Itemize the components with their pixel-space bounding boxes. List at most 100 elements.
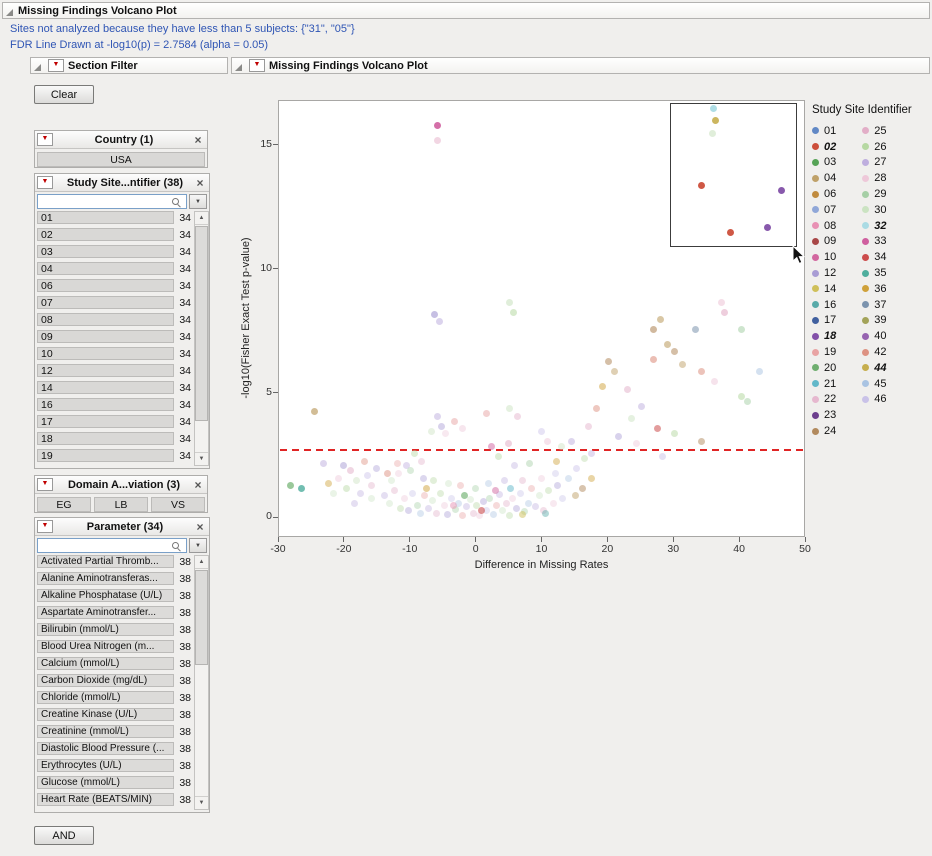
data-point-site-25[interactable]	[519, 477, 526, 484]
data-point-site-27[interactable]	[463, 503, 470, 510]
legend-item-16[interactable]: 16	[812, 297, 836, 313]
parameter-search-box[interactable]	[37, 538, 187, 553]
domain-button-vs[interactable]: VS	[151, 497, 205, 512]
data-point-site-29[interactable]	[407, 467, 414, 474]
data-point-site-36[interactable]	[325, 480, 332, 487]
site-item-row[interactable]: 1834	[37, 432, 191, 445]
data-point-site-10[interactable]	[492, 487, 499, 494]
data-point-site-28[interactable]	[544, 438, 551, 445]
legend-item-33[interactable]: 33	[862, 234, 886, 250]
data-point-site-46[interactable]	[364, 472, 371, 479]
data-point-site-30[interactable]	[506, 299, 513, 306]
data-point-site-25[interactable]	[514, 413, 521, 420]
legend-item-04[interactable]: 04	[812, 170, 836, 186]
site-item-row[interactable]: 0834	[37, 313, 191, 326]
data-point-site-29[interactable]	[414, 502, 421, 509]
data-point-site-36[interactable]	[423, 485, 430, 492]
data-point-site-12[interactable]	[340, 462, 347, 469]
data-point-site-27[interactable]	[425, 505, 432, 512]
data-point-site-27[interactable]	[501, 477, 508, 484]
data-point-site-45[interactable]	[565, 475, 572, 482]
data-point-site-46[interactable]	[559, 495, 566, 502]
parameter-item-row[interactable]: Creatinine (mmol/L)38	[37, 725, 191, 738]
data-point-site-28[interactable]	[442, 430, 449, 437]
clear-button[interactable]: Clear	[34, 85, 94, 104]
data-point-site-27[interactable]	[588, 450, 595, 457]
legend-item-30[interactable]: 30	[862, 202, 886, 218]
data-point-site-24[interactable]	[698, 438, 705, 445]
data-point-site-26[interactable]	[343, 485, 350, 492]
data-point-site-28[interactable]	[538, 475, 545, 482]
data-point-site-25[interactable]	[391, 487, 398, 494]
scroll-down-icon[interactable]: ▼	[195, 796, 208, 809]
data-point-site-26[interactable]	[671, 430, 678, 437]
parameter-scrollbar[interactable]: ▲ ▼	[194, 555, 209, 810]
data-point-site-28[interactable]	[718, 299, 725, 306]
data-point-site-30[interactable]	[388, 477, 395, 484]
legend-item-08[interactable]: 08	[812, 218, 836, 234]
data-point-site-25[interactable]	[624, 386, 631, 393]
data-point-site-24[interactable]	[579, 485, 586, 492]
legend-item-03[interactable]: 03	[812, 155, 836, 171]
data-point-site-34[interactable]	[654, 425, 661, 432]
data-point-site-16[interactable]	[542, 510, 549, 517]
parameter-item-row[interactable]: Chloride (mmol/L)38	[37, 691, 191, 704]
data-point-site-45[interactable]	[525, 500, 532, 507]
site-item-row[interactable]: 0434	[37, 262, 191, 275]
scroll-up-icon[interactable]: ▲	[195, 212, 208, 225]
data-point-site-26[interactable]	[506, 512, 513, 519]
data-point-site-26[interactable]	[430, 477, 437, 484]
legend-item-22[interactable]: 22	[812, 392, 836, 408]
legend-item-39[interactable]: 39	[862, 313, 886, 329]
close-icon[interactable]: ×	[191, 479, 205, 491]
data-point-site-42[interactable]	[698, 368, 705, 375]
data-point-site-46[interactable]	[538, 428, 545, 435]
data-point-site-25[interactable]	[418, 458, 425, 465]
data-point-site-25[interactable]	[505, 440, 512, 447]
red-triangle-menu-icon[interactable]: ▼	[37, 176, 53, 189]
data-point-site-19[interactable]	[459, 512, 466, 519]
data-point-site-27[interactable]	[638, 403, 645, 410]
legend-item-12[interactable]: 12	[812, 265, 836, 281]
site-search-input[interactable]	[39, 195, 161, 210]
data-point-site-19[interactable]	[451, 418, 458, 425]
data-point-site-25[interactable]	[347, 467, 354, 474]
site-scroll-track[interactable]	[195, 225, 208, 452]
legend-item-45[interactable]: 45	[862, 376, 886, 392]
legend-item-17[interactable]: 17	[812, 313, 836, 329]
parameter-item-row[interactable]: Blood Urea Nitrogen (m...38	[37, 640, 191, 653]
data-point-site-45[interactable]	[417, 510, 424, 517]
data-point-site-12[interactable]	[513, 505, 520, 512]
data-point-site-28[interactable]	[441, 502, 448, 509]
site-search-dropdown-button[interactable]: ▼	[189, 194, 207, 209]
parameter-item-row[interactable]: Activated Partial Thromb...38	[37, 555, 191, 568]
site-item-row[interactable]: 1734	[37, 415, 191, 428]
data-point-site-12[interactable]	[444, 511, 451, 518]
data-point-site-36[interactable]	[588, 475, 595, 482]
data-point-site-26[interactable]	[397, 505, 404, 512]
data-point-site-29[interactable]	[526, 460, 533, 467]
data-point-site-28[interactable]	[550, 500, 557, 507]
data-point-site-24[interactable]	[650, 326, 657, 333]
data-point-site-46[interactable]	[409, 490, 416, 497]
site-search-box[interactable]	[37, 194, 187, 209]
data-point-site-30[interactable]	[429, 497, 436, 504]
data-point-site-04[interactable]	[679, 361, 686, 368]
data-point-site-30[interactable]	[386, 500, 393, 507]
and-button[interactable]: AND	[34, 826, 94, 845]
data-point-site-28[interactable]	[434, 137, 441, 144]
red-triangle-menu-icon[interactable]: ▼	[37, 478, 53, 491]
data-point-site-19[interactable]	[483, 410, 490, 417]
legend-item-37[interactable]: 37	[862, 297, 886, 313]
legend-item-02[interactable]: 02	[812, 139, 836, 155]
parameter-item-row[interactable]: Erythrocytes (U/L)38	[37, 759, 191, 772]
site-item-row[interactable]: 0334	[37, 245, 191, 258]
legend-item-07[interactable]: 07	[812, 202, 836, 218]
parameter-search-input[interactable]	[39, 539, 161, 554]
parameter-scroll-track[interactable]	[195, 569, 208, 796]
collapse-triangle-icon[interactable]	[235, 64, 242, 71]
legend-item-23[interactable]: 23	[812, 407, 836, 423]
data-point-site-19[interactable]	[421, 492, 428, 499]
legend-item-26[interactable]: 26	[862, 139, 886, 155]
data-point-site-30[interactable]	[445, 480, 452, 487]
